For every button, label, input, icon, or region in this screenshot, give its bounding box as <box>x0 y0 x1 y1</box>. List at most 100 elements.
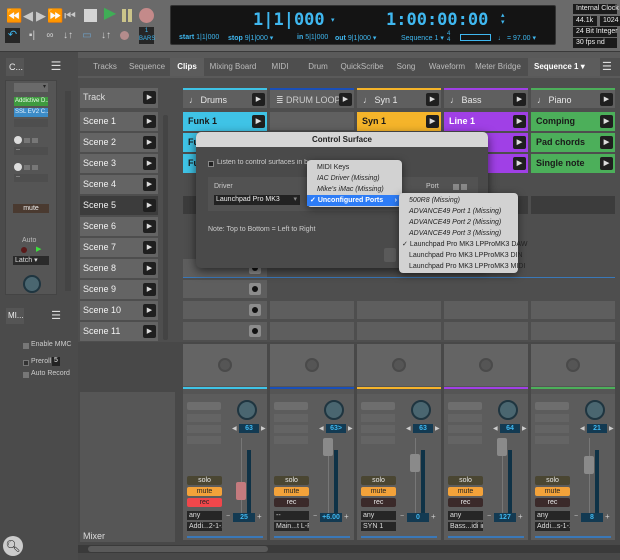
sequence-menu[interactable]: Sequence 1 ▾ <box>528 58 600 76</box>
play-icon[interactable]: ▶ <box>143 220 156 233</box>
volume-value[interactable]: +6.00 <box>320 513 342 522</box>
insert-dropdown[interactable] <box>361 402 395 410</box>
volume-increment[interactable]: + <box>605 512 610 521</box>
step-record-icon[interactable]: ↓↑ <box>100 30 112 42</box>
mute-button[interactable]: mute <box>361 487 396 496</box>
chevron-down-icon[interactable]: ▾ <box>331 16 335 24</box>
insert-slot[interactable] <box>361 425 395 433</box>
output-select[interactable]: SYN 1 <box>361 522 396 531</box>
trim-knob[interactable] <box>305 358 319 372</box>
volume-increment[interactable]: + <box>431 512 436 521</box>
input-select[interactable]: any <box>187 511 222 520</box>
send-pre-1[interactable] <box>32 138 38 143</box>
play-icon[interactable]: ▶ <box>513 115 526 128</box>
tab-waveform[interactable]: Waveform <box>426 58 468 76</box>
volume-fader[interactable] <box>497 438 507 456</box>
trim-knob[interactable] <box>566 358 580 372</box>
scene-row[interactable]: Scene 3 ▶ <box>80 154 158 173</box>
empty-cell[interactable] <box>270 112 354 131</box>
insert-slot[interactable] <box>448 436 482 444</box>
play-icon[interactable]: ▶ <box>600 93 613 106</box>
enable-mmc-checkbox[interactable] <box>23 343 29 349</box>
play-icon[interactable]: ▶ <box>143 325 156 338</box>
send-knob-1[interactable] <box>14 136 22 144</box>
automation-mode-select[interactable]: Latch ▾ <box>13 256 49 265</box>
volume-knob[interactable] <box>23 275 41 293</box>
insert-slot[interactable] <box>187 425 221 433</box>
send-mute-1[interactable] <box>24 138 30 143</box>
cycle-icon[interactable]: ∞ <box>44 30 56 42</box>
insert-slot[interactable] <box>187 436 221 444</box>
solo-button[interactable]: solo <box>274 476 309 485</box>
play-icon[interactable]: ▶ <box>143 262 156 275</box>
listen-checkbox[interactable] <box>208 161 214 167</box>
output-select[interactable]: Main...t L-R <box>274 522 309 531</box>
insert-slot[interactable] <box>274 425 308 433</box>
clip-cell[interactable]: Syn 1 ▶ <box>357 112 441 131</box>
play-icon[interactable]: ▶ <box>143 136 156 149</box>
track-header-bass[interactable]: ♩ Bass ▶ <box>444 88 528 108</box>
volume-decrement[interactable]: − <box>400 513 404 520</box>
tab-mixing-board[interactable]: Mixing Board <box>206 58 260 76</box>
auto-record-checkbox[interactable] <box>23 372 29 378</box>
stop-value[interactable]: 9|1|000 <box>245 35 268 42</box>
input-select[interactable]: any <box>361 511 396 520</box>
solo-button[interactable]: solo <box>448 476 483 485</box>
pan-increment[interactable]: ▶ <box>348 425 353 432</box>
track-header-drums[interactable]: ♩ Drums ▶ <box>183 88 267 108</box>
input-select[interactable]: -- <box>274 511 309 520</box>
record-arm-button[interactable]: rec <box>274 498 309 507</box>
clip-cell[interactable]: Comping ▶ <box>531 112 615 131</box>
insert-slot[interactable] <box>187 414 221 422</box>
tab-midi[interactable]: MIDI <box>262 58 298 76</box>
empty-cell[interactable] <box>270 301 354 320</box>
submenu-item[interactable]: Launchpad Pro MK3 LPProMK3 DIN <box>399 250 523 261</box>
volume-decrement[interactable]: − <box>574 513 578 520</box>
insert-slot[interactable] <box>535 436 569 444</box>
scene-row[interactable]: Scene 9 ▶ <box>80 280 158 299</box>
record-arm-button[interactable]: rec <box>187 498 222 507</box>
pan-knob[interactable] <box>498 400 518 420</box>
scene-row[interactable]: Scene 11 ▶ <box>80 322 158 341</box>
send-destination-2[interactable]: -- <box>14 174 48 182</box>
play-icon[interactable]: ▶ <box>143 157 156 170</box>
insert-dropdown[interactable] <box>274 402 308 410</box>
play-icon[interactable]: ▶ <box>426 93 439 106</box>
add-port-button[interactable] <box>461 184 467 190</box>
mute-button[interactable]: mute <box>448 487 483 496</box>
insert-slot-3[interactable] <box>14 119 48 127</box>
time-counter[interactable]: 1:00:00:00 <box>386 10 488 30</box>
empty-cell[interactable] <box>531 301 615 320</box>
play-icon[interactable]: ▶ <box>600 157 613 170</box>
submenu-item[interactable]: ADVANCE49 Port 1 (Missing) <box>399 206 518 217</box>
submenu-item-checked[interactable]: ✓ Launchpad Pro MK3 LPProMK3 DAW <box>399 239 527 250</box>
pan-decrement[interactable]: ◀ <box>406 425 411 432</box>
scene-row[interactable]: Scene 4 ▶ <box>80 175 158 194</box>
bit-format[interactable]: 24 Bit Integer <box>573 27 618 37</box>
tab-sequence[interactable]: Sequence <box>126 58 168 76</box>
volume-decrement[interactable]: − <box>313 513 317 520</box>
volume-fader[interactable] <box>323 438 333 456</box>
insert-slot-2[interactable]: SSL EV2 C... <box>14 108 48 117</box>
punch-icon[interactable]: ▪| <box>26 30 38 42</box>
tab-tracks[interactable]: Tracks <box>86 58 124 76</box>
tempo-slider[interactable] <box>460 34 491 41</box>
submenu-item[interactable]: ADVANCE49 Port 2 (Missing) <box>399 217 518 228</box>
clip-cell[interactable]: Funk 1 ▶ <box>183 112 267 131</box>
play-icon[interactable]: ▶ <box>339 93 352 106</box>
pan-decrement[interactable]: ◀ <box>232 425 237 432</box>
scrollbar[interactable] <box>65 91 71 291</box>
solo-button[interactable]: solo <box>361 476 396 485</box>
play-button[interactable]: ▶ <box>102 6 118 22</box>
empty-cell[interactable] <box>357 322 441 341</box>
submenu-item[interactable]: Launchpad Pro MK3 LPProMK3 MIDI <box>399 261 525 272</box>
buffer-size[interactable]: 1024 <box>600 16 620 26</box>
record-arm-button[interactable]: rec <box>448 498 483 507</box>
sequence-select[interactable]: Sequence 1 ▾ <box>401 34 444 42</box>
play-icon[interactable]: ▶ <box>513 136 526 149</box>
pan-increment[interactable]: ▶ <box>522 425 527 432</box>
mixer-scrollbar[interactable] <box>78 545 620 553</box>
go-to-start-button[interactable]: ⏮ <box>63 8 77 24</box>
volume-decrement[interactable]: − <box>226 513 230 520</box>
scene-row[interactable]: Scene 6 ▶ <box>80 217 158 236</box>
